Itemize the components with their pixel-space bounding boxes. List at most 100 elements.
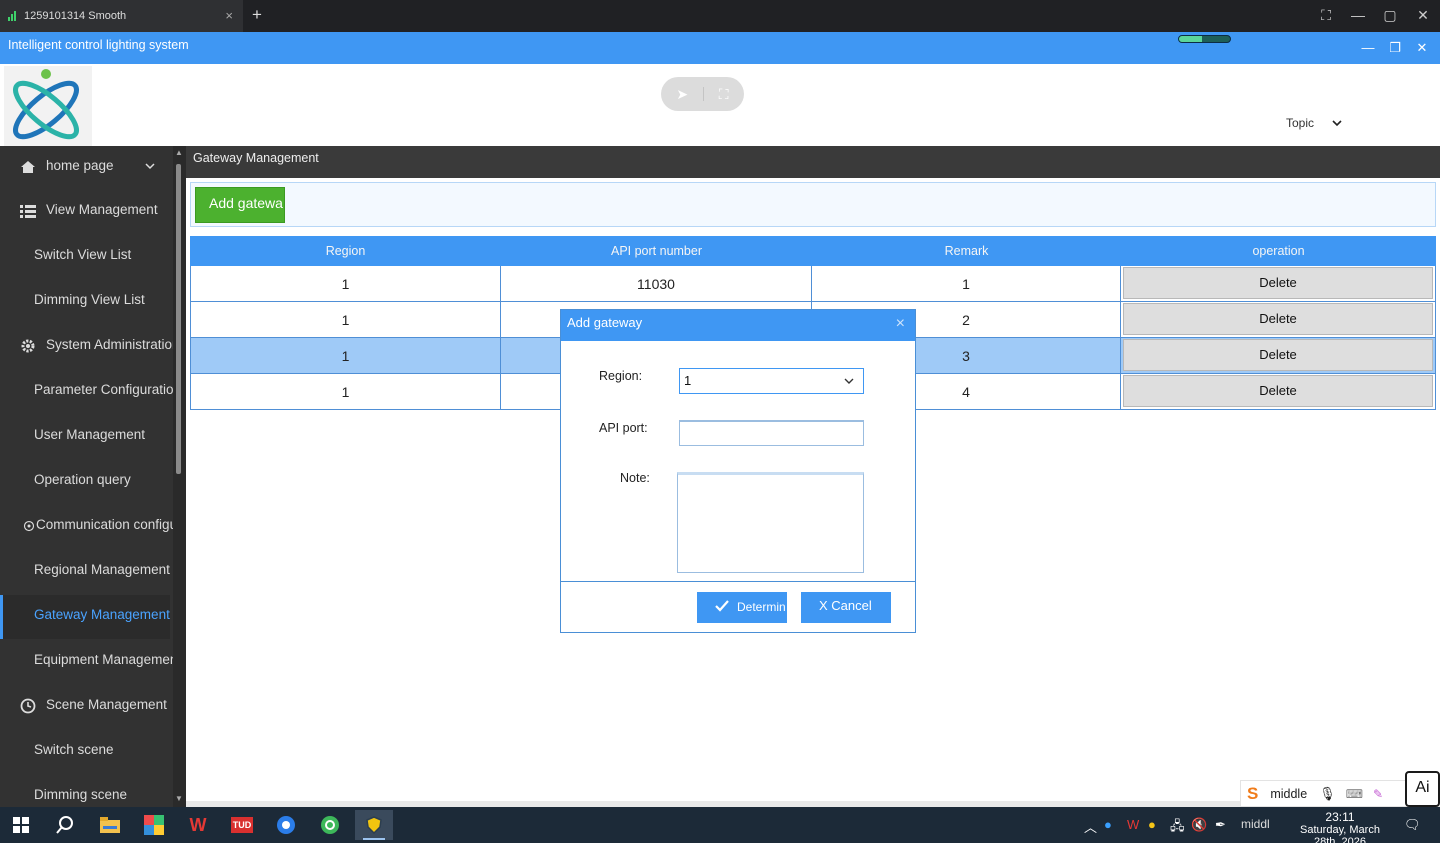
taskbar-color-app[interactable] xyxy=(135,810,173,840)
close-window-icon[interactable]: ✕ xyxy=(1414,7,1432,24)
wps-icon: W xyxy=(189,814,207,835)
close-tab-icon[interactable]: × xyxy=(225,8,233,23)
system-clock[interactable]: 23:11 Saturday, March 28th, 2026 xyxy=(1290,810,1390,848)
sidebar-item-label: Parameter Configuration xyxy=(34,382,182,397)
sidebar-item-label: Communication configuration xyxy=(36,517,186,532)
sidebar-item-switch-scene[interactable]: Switch scene xyxy=(0,730,170,774)
sidebar-item-switch-view-list[interactable]: Switch View List xyxy=(0,235,170,279)
operation-cell: Delete xyxy=(1121,374,1436,409)
sidebar-item-view-management[interactable]: View Management xyxy=(0,190,170,234)
sidebar-item-regional-management[interactable]: Regional Management xyxy=(0,550,170,594)
taskbar-360[interactable] xyxy=(311,810,349,840)
chevron-down-icon xyxy=(144,160,156,175)
cursor-mode-icon[interactable]: ➤ xyxy=(676,86,688,103)
table-header: Region API port number Remark operation xyxy=(190,236,1436,266)
signal-strength-icon xyxy=(8,11,16,21)
sidebar-item-label: User Management xyxy=(34,427,146,442)
table-cell-region: 1 xyxy=(190,266,501,301)
sidebar-item-operation-query[interactable]: Operation query xyxy=(0,460,170,504)
taskbar-search[interactable] xyxy=(46,810,84,840)
security-app-icon xyxy=(321,816,339,834)
tray-expand-icon[interactable]: ︿ xyxy=(1084,817,1097,836)
sidebar-item-label: Dimming scene xyxy=(34,787,128,802)
delete-button[interactable]: Delete xyxy=(1123,303,1433,335)
sidebar-item-gateway-management[interactable]: Gateway Management xyxy=(0,595,170,639)
taskbar-lighting-app[interactable] xyxy=(355,810,393,840)
column-header: Region xyxy=(325,244,366,258)
keyboard-icon[interactable]: ⌨ xyxy=(1346,787,1363,801)
app-header: ➤ ⛶ Topic xyxy=(0,64,1440,146)
dialog-close-icon[interactable]: × xyxy=(896,315,905,333)
taskbar-wps[interactable]: W xyxy=(179,810,217,840)
notification-icon[interactable]: 🗨 xyxy=(1404,817,1421,833)
delete-button[interactable]: Delete xyxy=(1123,267,1433,299)
maximize-icon[interactable]: ▢ xyxy=(1381,7,1399,24)
page-title: Gateway Management xyxy=(186,146,1440,178)
column-header: Remark xyxy=(944,244,989,258)
new-tab-button[interactable]: + xyxy=(252,5,262,25)
determine-button[interactable]: Determin xyxy=(697,592,787,623)
microphone-icon[interactable]: 🎙 xyxy=(1319,786,1336,802)
taskbar-file-explorer[interactable] xyxy=(91,810,129,840)
sidebar-item-dimming-scene[interactable]: Dimming scene xyxy=(0,775,170,807)
clock-date: Saturday, March 28th, 2026 xyxy=(1300,824,1380,848)
sidebar-item-equipment-management[interactable]: Equipment Management xyxy=(0,640,181,684)
column-header: operation xyxy=(1252,244,1305,258)
toolbox-icon: TUD xyxy=(230,817,254,833)
checkmark-icon xyxy=(715,600,729,612)
region-value: 1 xyxy=(684,373,692,388)
api-port-input[interactable] xyxy=(679,420,864,446)
expand-icon[interactable]: ⛶ xyxy=(719,86,729,103)
taskbar-browser[interactable] xyxy=(267,810,305,840)
skin-icon[interactable]: ✎ xyxy=(1373,787,1383,801)
ime-mode[interactable]: middle xyxy=(1270,787,1307,801)
operation-cell: Delete xyxy=(1121,266,1436,301)
sidebar-scrollbar[interactable]: ▲ ▼ xyxy=(173,146,186,807)
connection-progress xyxy=(1178,35,1231,43)
tray-app-icon[interactable]: ● xyxy=(1148,817,1156,832)
sidebar-item-label: Switch View List xyxy=(34,247,132,262)
fullscreen-icon[interactable]: ⛶ xyxy=(1317,7,1335,24)
sidebar-item-parameter-configuration[interactable]: Parameter Configuration xyxy=(0,370,181,414)
chevron-down-icon[interactable] xyxy=(1330,116,1344,130)
region-label: Region: xyxy=(599,369,643,383)
operation-cell: Delete xyxy=(1121,302,1436,337)
sidebar-item-home-page[interactable]: home page xyxy=(0,146,170,190)
tray-ime-text[interactable]: middl xyxy=(1241,817,1270,831)
clock-icon xyxy=(20,698,36,714)
table-cell-region: 1 xyxy=(190,374,501,409)
sidebar-item-dimming-view-list[interactable]: Dimming View List xyxy=(0,280,170,324)
sidebar-item-scene-management[interactable]: Scene Management xyxy=(0,685,170,729)
start-button[interactable] xyxy=(2,810,40,840)
sidebar-item-label: Regional Management xyxy=(34,562,170,577)
app-close-icon[interactable]: ✕ xyxy=(1414,40,1430,56)
table-row[interactable]: 1 11030 1 Delete xyxy=(190,266,1436,302)
sidebar-item-user-management[interactable]: User Management xyxy=(0,415,170,459)
network-icon[interactable]: 🖧 xyxy=(1170,817,1185,839)
add-gateway-button[interactable]: Add gatewa xyxy=(195,187,285,223)
sidebar-item-system-administration[interactable]: System Administration xyxy=(0,325,180,369)
minimize-icon[interactable]: — xyxy=(1349,7,1367,23)
session-tab[interactable]: 1259101314 Smooth × xyxy=(0,0,243,32)
dialog-title: Add gateway xyxy=(567,315,643,330)
pen-icon[interactable]: ✒ xyxy=(1215,817,1226,833)
delete-button[interactable]: Delete xyxy=(1123,375,1433,407)
app-restore-icon[interactable]: ❐ xyxy=(1387,40,1403,56)
note-textarea[interactable] xyxy=(677,472,864,573)
table-cell-remark: 1 xyxy=(812,266,1121,301)
volume-muted-icon[interactable]: 🔇 xyxy=(1191,817,1207,833)
api-port-label: API port: xyxy=(599,421,648,435)
tray-wps-icon[interactable]: W xyxy=(1127,817,1139,832)
topic-label[interactable]: Topic xyxy=(1286,116,1314,130)
delete-button[interactable]: Delete xyxy=(1123,339,1433,371)
sidebar-item-communication-configuration[interactable]: Communication configuration xyxy=(0,505,186,549)
ai-assistant-button[interactable]: Ai xyxy=(1405,771,1440,807)
tray-browser-icon[interactable]: ● xyxy=(1104,817,1112,832)
sogou-logo-icon[interactable]: S xyxy=(1247,784,1258,804)
app-minimize-icon[interactable]: — xyxy=(1360,40,1376,55)
cancel-button[interactable]: X Cancel xyxy=(801,592,891,623)
browser-icon xyxy=(277,816,295,834)
taskbar-tool-app[interactable]: TUD xyxy=(223,810,261,840)
region-select[interactable]: 1 xyxy=(679,368,864,394)
windows-icon xyxy=(13,817,29,833)
